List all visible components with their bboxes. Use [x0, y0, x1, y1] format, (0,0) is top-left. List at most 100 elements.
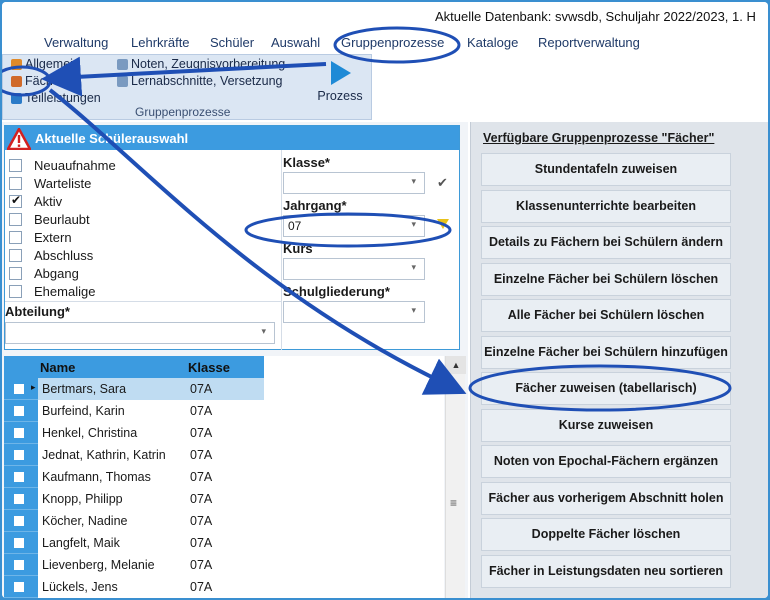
table-row[interactable]: Köcher, Nadine 07A: [38, 510, 264, 532]
process-button-8[interactable]: Noten von Epochal-Fächern ergänzen: [481, 445, 731, 478]
row-checkbox[interactable]: [14, 494, 24, 504]
checkbox[interactable]: [9, 176, 22, 190]
window-title: Aktuelle Datenbank: svwsdb, Schuljahr 20…: [435, 9, 756, 24]
cell-name: Bertmars, Sara: [42, 382, 127, 396]
checkbox[interactable]: [9, 266, 22, 280]
status-ehemalige[interactable]: Ehemalige: [9, 282, 95, 300]
row-checkbox[interactable]: [14, 516, 24, 526]
vertical-scrollbar[interactable]: ▲ ≡: [445, 356, 466, 598]
row-selector[interactable]: [4, 422, 38, 444]
row-selector[interactable]: ▸: [4, 378, 38, 400]
play-icon: [331, 61, 351, 85]
status-extern[interactable]: Extern: [9, 228, 72, 246]
checkbox[interactable]: [9, 158, 22, 172]
row-checkbox[interactable]: [14, 560, 24, 570]
abteilung-label: Abteilung*: [5, 304, 70, 319]
table-row[interactable]: Langfelt, Maik 07A: [38, 532, 264, 554]
cell-name: Lievenberg, Melanie: [42, 558, 155, 572]
process-button-9[interactable]: Fächer aus vorherigem Abschnitt holen: [481, 481, 731, 515]
table-row[interactable]: Lievenberg, Melanie 07A: [38, 554, 264, 576]
table-row[interactable]: Burfeind, Karin 07A: [38, 400, 264, 422]
row-selector[interactable]: [4, 532, 38, 554]
table-row[interactable]: Henkel, Christina 07A: [38, 422, 264, 444]
klasse-select[interactable]: ▾: [283, 172, 425, 194]
row-checkbox[interactable]: [14, 472, 24, 482]
row-selector[interactable]: [4, 554, 38, 576]
process-button[interactable]: Prozess: [311, 59, 369, 103]
status-beurlaubt[interactable]: Beurlaubt: [9, 210, 90, 228]
process-button-10[interactable]: Doppelte Fächer löschen: [481, 518, 731, 551]
row-checkbox[interactable]: [14, 428, 24, 438]
kurs-select[interactable]: ▾: [283, 258, 425, 280]
ribbon-group-label: Gruppenprozesse: [135, 105, 231, 119]
abteilung-select[interactable]: ▾: [5, 322, 275, 344]
status-abschluss[interactable]: Abschluss: [9, 246, 93, 264]
process-button-2[interactable]: Details zu Fächern bei Schülern ändern: [481, 226, 731, 259]
checkbox[interactable]: [9, 248, 22, 262]
row-checkbox[interactable]: [14, 450, 24, 460]
cell-name: Henkel, Christina: [42, 426, 138, 440]
apply-check-icon[interactable]: ✔: [437, 175, 448, 191]
schulgliederung-select[interactable]: ▾: [283, 301, 425, 323]
status-neuaufnahme[interactable]: Neuaufnahme: [9, 156, 116, 174]
checkbox[interactable]: [9, 284, 22, 298]
table-row[interactable]: Lückels, Jens 07A: [38, 576, 264, 598]
menu-schueler[interactable]: Schüler: [210, 35, 254, 50]
row-selector[interactable]: [4, 510, 38, 532]
process-button-3[interactable]: Einzelne Fächer bei Schülern löschen: [481, 262, 731, 296]
cell-klasse: 07A: [190, 492, 213, 506]
process-pane: Verfügbare Gruppenprozesse "Fächer" Stun…: [470, 122, 768, 598]
table-row[interactable]: Bertmars, Sara 07A: [38, 378, 264, 400]
menu-gruppenprozesse[interactable]: Gruppenprozesse: [341, 35, 444, 50]
process-button-1[interactable]: Klassenunterrichte bearbeiten: [481, 189, 731, 223]
ribbon: Allgemein Fächer Teilleistungen Noten, Z…: [2, 54, 372, 120]
status-aktiv[interactable]: Aktiv: [9, 192, 62, 210]
menu-verwaltung[interactable]: Verwaltung: [44, 35, 108, 50]
row-checkbox[interactable]: [14, 384, 24, 394]
filter-icon[interactable]: [437, 219, 449, 229]
menu-auswahl[interactable]: Auswahl: [271, 35, 320, 50]
ribbon-faecher[interactable]: Fächer: [11, 74, 64, 88]
process-pane-title: Verfügbare Gruppenprozesse "Fächer": [483, 131, 715, 145]
checkbox[interactable]: [9, 230, 22, 244]
divider: [5, 301, 281, 302]
row-checkbox[interactable]: [14, 538, 24, 548]
menu-kataloge[interactable]: Kataloge: [467, 35, 518, 50]
process-button-5[interactable]: Einzelne Fächer bei Schülern hinzufügen: [481, 335, 731, 369]
row-selector[interactable]: [4, 466, 38, 488]
status-warteliste[interactable]: Warteliste: [9, 174, 91, 192]
cell-name: Lückels, Jens: [42, 580, 118, 594]
row-selector[interactable]: [4, 488, 38, 510]
ribbon-allgemein[interactable]: Allgemein: [11, 57, 80, 71]
grid-header: Name Klasse: [4, 356, 264, 378]
table-row[interactable]: Kaufmann, Thomas 07A: [38, 466, 264, 488]
checkbox[interactable]: [9, 212, 22, 226]
checkbox-checked[interactable]: [9, 193, 22, 208]
process-button-6[interactable]: Fächer zuweisen (tabellarisch): [481, 372, 731, 405]
divider: [281, 150, 282, 350]
ribbon-lernabschnitte[interactable]: Lernabschnitte, Versetzung: [117, 74, 283, 88]
jahrgang-select[interactable]: 07 ▾: [283, 215, 425, 237]
col-header-klasse[interactable]: Klasse: [188, 360, 230, 375]
row-selector[interactable]: [4, 400, 38, 422]
ribbon-noten[interactable]: Noten, Zeugnisvorbereitung: [117, 57, 285, 71]
ribbon-teilleistungen[interactable]: Teilleistungen: [11, 91, 101, 105]
process-button-4[interactable]: Alle Fächer bei Schülern löschen: [481, 299, 731, 332]
row-checkbox[interactable]: [14, 582, 24, 592]
table-row[interactable]: Knopp, Philipp 07A: [38, 488, 264, 510]
status-abgang[interactable]: Abgang: [9, 264, 79, 282]
process-button-11[interactable]: Fächer in Leistungsdaten neu sortieren: [481, 554, 731, 588]
scroll-grip-icon[interactable]: ≡: [450, 496, 457, 510]
process-button-7[interactable]: Kurse zuweisen: [481, 408, 731, 442]
menu-reportverwaltung[interactable]: Reportverwaltung: [538, 35, 640, 50]
row-checkbox[interactable]: [14, 406, 24, 416]
row-selector[interactable]: [4, 576, 38, 598]
process-button-0[interactable]: Stundentafeln zuweisen: [481, 153, 731, 186]
row-selector[interactable]: [4, 444, 38, 466]
cell-name: Jednat, Kathrin, Katrin: [42, 448, 166, 462]
table-row[interactable]: Jednat, Kathrin, Katrin 07A: [38, 444, 264, 466]
current-row-icon: ▸: [31, 382, 36, 392]
scroll-up-icon[interactable]: ▲: [446, 356, 466, 374]
menu-lehrkraefte[interactable]: Lehrkräfte: [131, 35, 190, 50]
col-header-name[interactable]: Name: [40, 360, 75, 375]
